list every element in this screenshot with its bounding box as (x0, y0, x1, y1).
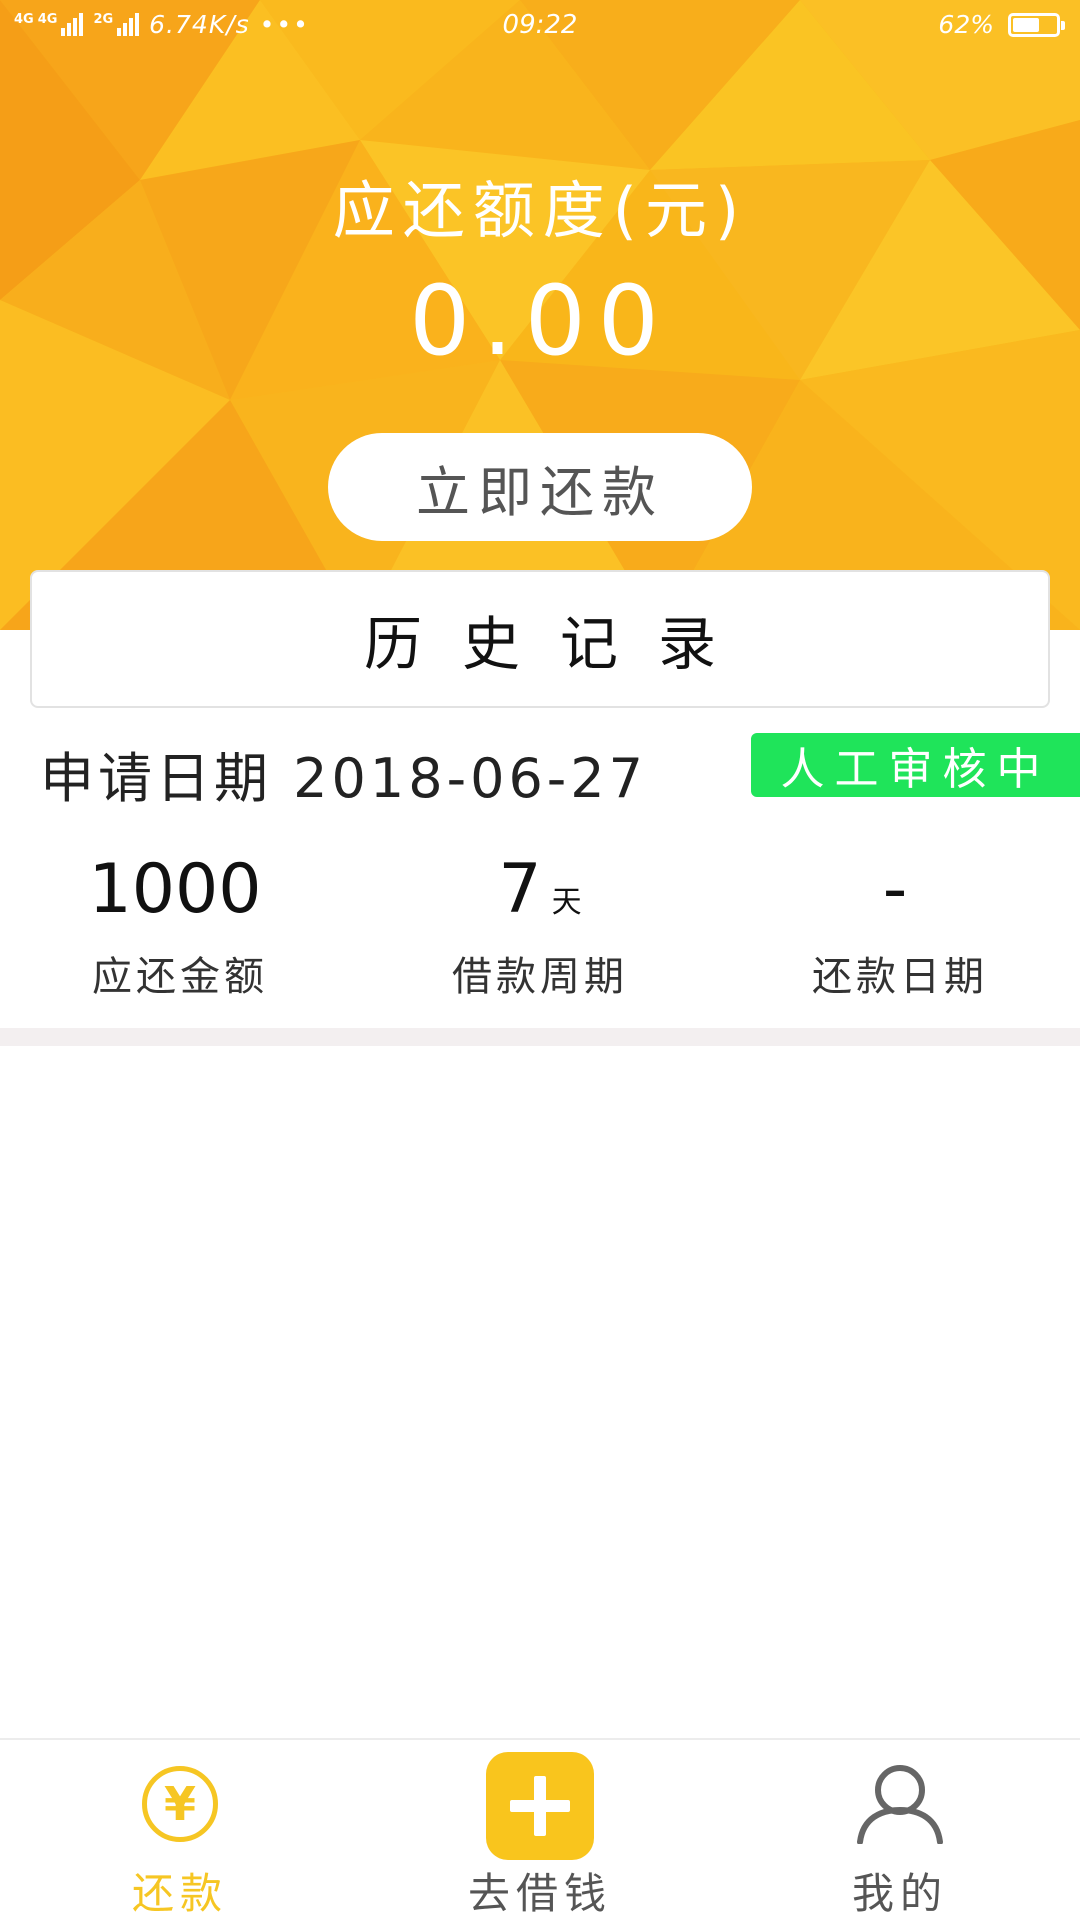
repay-now-button[interactable]: 立即还款 (328, 433, 752, 541)
stat-loan-period: 7天 借款周期 (360, 850, 720, 1002)
history-record-header[interactable]: 历史记录 (30, 570, 1050, 708)
tab-mine[interactable]: 我的 (720, 1740, 1080, 1920)
stat-repay-date: - 还款日期 (720, 850, 1080, 1002)
section-divider (0, 1028, 1080, 1046)
tab-borrow-label: 去借钱 (467, 1869, 612, 1918)
header-banner: 4G 4G 2G 6.74K/s ••• 09:22 62% 应还额度(元) 0… (0, 0, 1080, 630)
apply-date-label: 申请日期 (40, 747, 272, 810)
stat-value-text: 1000 (88, 850, 262, 929)
apply-date-row: 申请日期 2018-06-27 (40, 734, 647, 813)
tab-borrow[interactable]: 去借钱 (360, 1740, 720, 1920)
status-badge: 人工审核中 (751, 733, 1080, 797)
stat-value: 7天 (360, 850, 720, 930)
person-icon (857, 1765, 943, 1844)
stat-amount-due: 1000 应还金额 (0, 850, 360, 1002)
stat-value-text: - (882, 850, 908, 929)
apply-date-value: 2018-06-27 (293, 747, 647, 810)
tab-repay[interactable]: ¥ 还款 (0, 1740, 360, 1920)
quota-amount: 0.00 (409, 265, 671, 377)
status-bar: 4G 4G 2G 6.74K/s ••• 09:22 62% (0, 0, 1080, 52)
stat-label: 借款周期 (452, 954, 628, 1000)
loan-record[interactable]: 申请日期 2018-06-27 人工审核中 1000 应还金额 7天 借款周期 … (0, 720, 1080, 1028)
clock: 09:22 (502, 10, 578, 40)
stat-value: - (720, 850, 1080, 930)
bottom-tab-bar: ¥ 还款 去借钱 我的 (0, 1738, 1080, 1920)
stat-unit: 天 (551, 885, 582, 920)
stat-label: 还款日期 (812, 954, 988, 1000)
stat-label: 应还金额 (92, 954, 268, 1000)
plus-icon (486, 1752, 594, 1860)
battery-level (1013, 17, 1039, 32)
stat-value-text: 7 (498, 850, 542, 929)
tab-repay-label: 还款 (131, 1869, 228, 1918)
quota-title: 应还额度(元) (332, 174, 748, 247)
record-stats: 1000 应还金额 7天 借款周期 - 还款日期 (0, 850, 1080, 1002)
battery-percent: 62% (938, 10, 994, 39)
stat-value: 1000 (0, 850, 360, 930)
repayment-screen: 4G 4G 2G 6.74K/s ••• 09:22 62% 应还额度(元) 0… (0, 0, 1080, 1920)
battery-icon (1008, 12, 1065, 37)
status-right: 62% (938, 10, 1065, 39)
yen-coin-icon: ¥ (142, 1766, 218, 1842)
tab-mine-label: 我的 (851, 1869, 948, 1918)
